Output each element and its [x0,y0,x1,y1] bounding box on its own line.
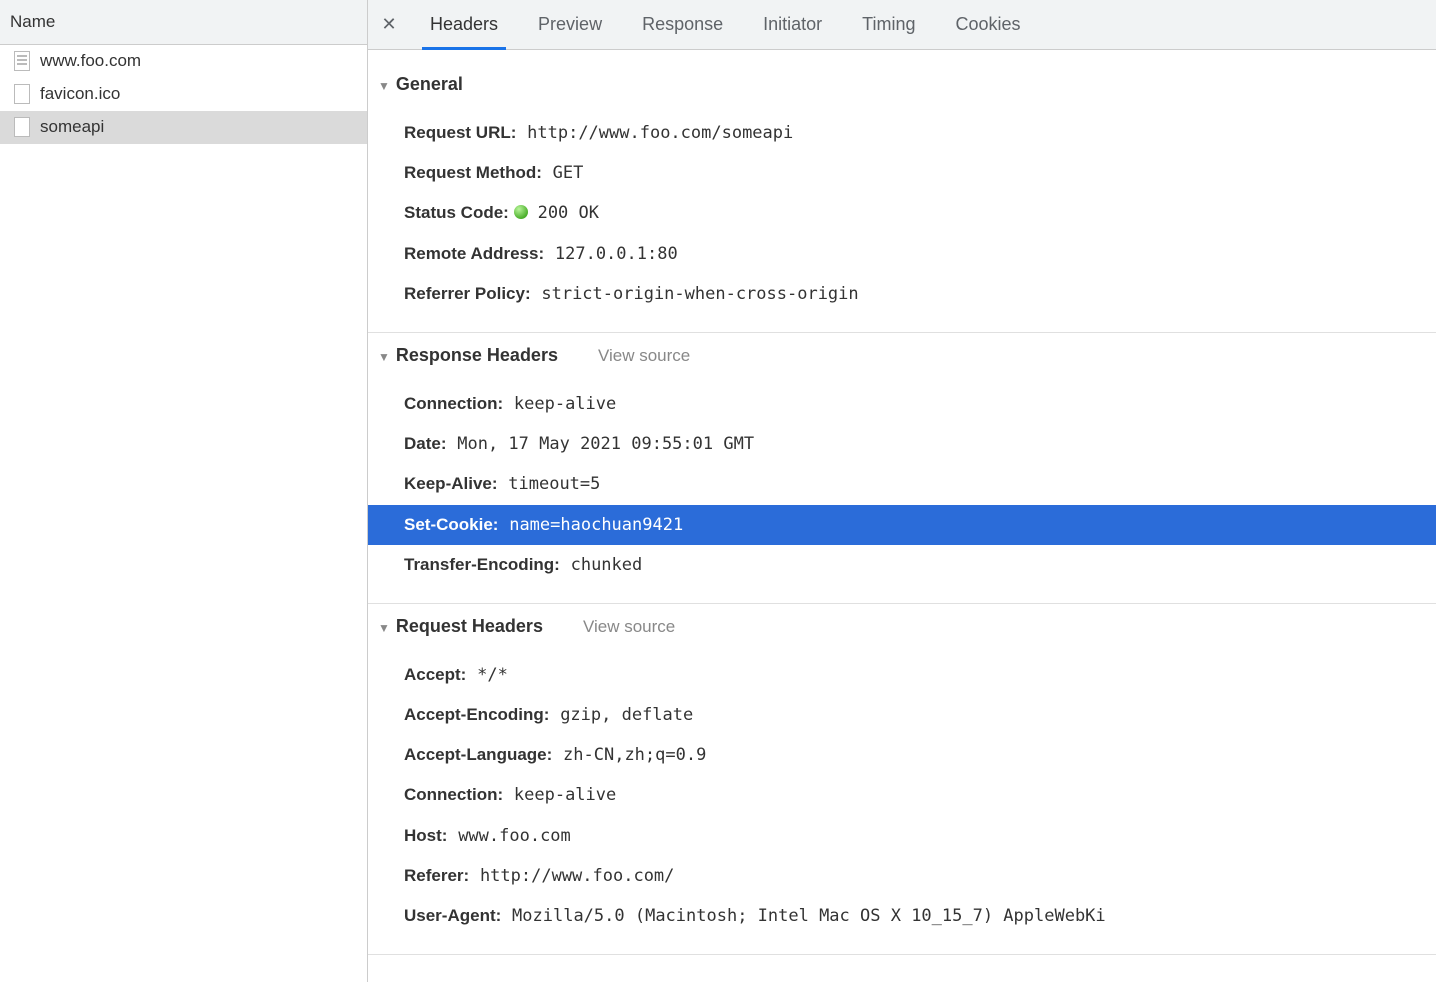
section-request-headers: ▼ Request Headers View source Accept: */… [368,604,1436,955]
header-key: Remote Address: [404,244,544,263]
header-value: keep-alive [514,394,616,414]
detail-tab-bar: ✕ HeadersPreviewResponseInitiatorTimingC… [368,0,1436,50]
header-row[interactable]: Request Method: GET [404,153,1436,193]
disclosure-triangle-icon: ▼ [378,621,390,635]
header-value: zh-CN,zh;q=0.9 [563,745,706,765]
sidebar-header-name[interactable]: Name [0,0,367,45]
header-value: keep-alive [514,785,616,805]
section-response-headers: ▼ Response Headers View source Connectio… [368,333,1436,604]
request-list: www.foo.com favicon.ico someapi [0,45,367,144]
tab-response[interactable]: Response [622,0,743,49]
header-row[interactable]: Connection: keep-alive [404,775,1436,815]
tab-initiator[interactable]: Initiator [743,0,842,49]
header-value: http://www.foo.com/someapi [527,123,793,143]
header-value: Mon, 17 May 2021 09:55:01 GMT [457,434,754,454]
header-value: Mozilla/5.0 (Macintosh; Intel Mac OS X 1… [512,906,1106,926]
general-rows: Request URL: http://www.foo.com/someapiR… [368,113,1436,314]
response-header-rows: Connection: keep-aliveDate: Mon, 17 May … [368,384,1436,585]
request-list-item[interactable]: favicon.ico [0,78,367,111]
request-list-item[interactable]: www.foo.com [0,45,367,78]
header-key: Accept: [404,665,466,684]
header-value: http://www.foo.com/ [480,866,674,886]
status-dot-icon [514,205,528,219]
header-row[interactable]: Accept-Language: zh-CN,zh;q=0.9 [404,735,1436,775]
tab-preview[interactable]: Preview [518,0,622,49]
file-icon [14,51,30,71]
header-value: timeout=5 [508,474,600,494]
header-row[interactable]: Host: www.foo.com [404,816,1436,856]
header-key: User-Agent: [404,906,501,925]
header-row[interactable]: Status Code: 200 OK [404,193,1436,233]
file-icon [14,117,30,137]
header-key: Referrer Policy: [404,284,531,303]
header-row[interactable]: Connection: keep-alive [404,384,1436,424]
header-key: Request Method: [404,163,542,182]
section-title: Request Headers [396,616,543,637]
header-value: 200 OK [538,203,599,223]
header-key: Accept-Encoding: [404,705,549,724]
header-value: */* [477,665,508,685]
view-source-link[interactable]: View source [598,346,690,366]
header-key: Set-Cookie: [404,515,498,534]
view-source-link[interactable]: View source [583,617,675,637]
header-row[interactable]: Referer: http://www.foo.com/ [404,856,1436,896]
header-row[interactable]: Request URL: http://www.foo.com/someapi [404,113,1436,153]
section-title: Response Headers [396,345,558,366]
header-key: Request URL: [404,123,516,142]
section-general: ▼ General Request URL: http://www.foo.co… [368,62,1436,333]
disclosure-triangle-icon: ▼ [378,350,390,364]
request-list-item[interactable]: someapi [0,111,367,144]
headers-detail-scroll[interactable]: ▼ General Request URL: http://www.foo.co… [368,50,1436,982]
header-row[interactable]: Keep-Alive: timeout=5 [404,464,1436,504]
section-header-general[interactable]: ▼ General [368,70,1436,99]
tab-cookies[interactable]: Cookies [936,0,1041,49]
header-row[interactable]: Accept: */* [404,655,1436,695]
header-value: www.foo.com [458,826,571,846]
request-item-label: www.foo.com [40,51,141,71]
section-header-response[interactable]: ▼ Response Headers View source [368,341,1436,370]
header-row[interactable]: Remote Address: 127.0.0.1:80 [404,234,1436,274]
header-key: Status Code: [404,203,509,222]
network-request-sidebar: Name www.foo.com favicon.ico someapi [0,0,368,982]
header-key: Connection: [404,394,503,413]
header-value: chunked [571,555,643,575]
header-value: gzip, deflate [560,705,693,725]
tab-headers[interactable]: Headers [410,0,518,49]
header-key: Host: [404,826,447,845]
header-key: Referer: [404,866,469,885]
header-key: Connection: [404,785,503,804]
request-header-rows: Accept: */*Accept-Encoding: gzip, deflat… [368,655,1436,936]
request-item-label: favicon.ico [40,84,120,104]
request-item-label: someapi [40,117,104,137]
header-key: Date: [404,434,447,453]
close-icon[interactable]: ✕ [368,0,410,49]
header-row[interactable]: Referrer Policy: strict-origin-when-cros… [404,274,1436,314]
detail-panel: ✕ HeadersPreviewResponseInitiatorTimingC… [368,0,1436,982]
header-key: Transfer-Encoding: [404,555,560,574]
header-row[interactable]: User-Agent: Mozilla/5.0 (Macintosh; Inte… [404,896,1436,936]
file-icon [14,84,30,104]
header-key: Keep-Alive: [404,474,498,493]
header-value: strict-origin-when-cross-origin [541,284,858,304]
section-title: General [396,74,463,95]
header-row[interactable]: Accept-Encoding: gzip, deflate [404,695,1436,735]
header-key: Accept-Language: [404,745,552,764]
header-row[interactable]: Transfer-Encoding: chunked [404,545,1436,585]
header-value: name=haochuan9421 [509,515,683,535]
disclosure-triangle-icon: ▼ [378,79,390,93]
tab-timing[interactable]: Timing [842,0,935,49]
header-row[interactable]: Set-Cookie: name=haochuan9421 [368,505,1436,545]
header-value: 127.0.0.1:80 [555,244,678,264]
header-row[interactable]: Date: Mon, 17 May 2021 09:55:01 GMT [404,424,1436,464]
header-value: GET [553,163,584,183]
section-header-request[interactable]: ▼ Request Headers View source [368,612,1436,641]
